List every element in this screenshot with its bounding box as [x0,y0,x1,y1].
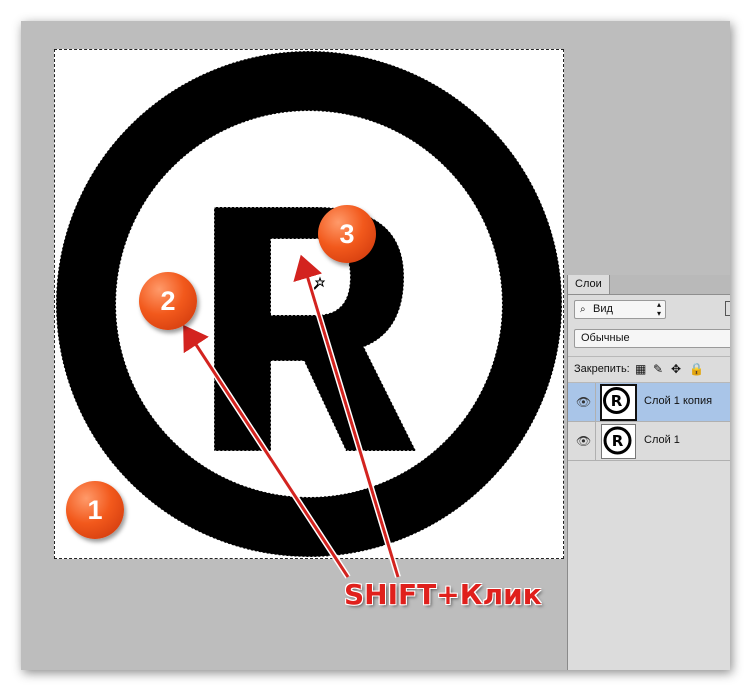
step-badge-3: 3 [318,205,376,263]
step-badge-2: 2 [139,272,197,330]
shift-click-instruction: SHIFT+Клик [344,578,542,611]
step-badge-1: 1 [66,481,124,539]
arrow-to-badge-2 [183,324,350,578]
